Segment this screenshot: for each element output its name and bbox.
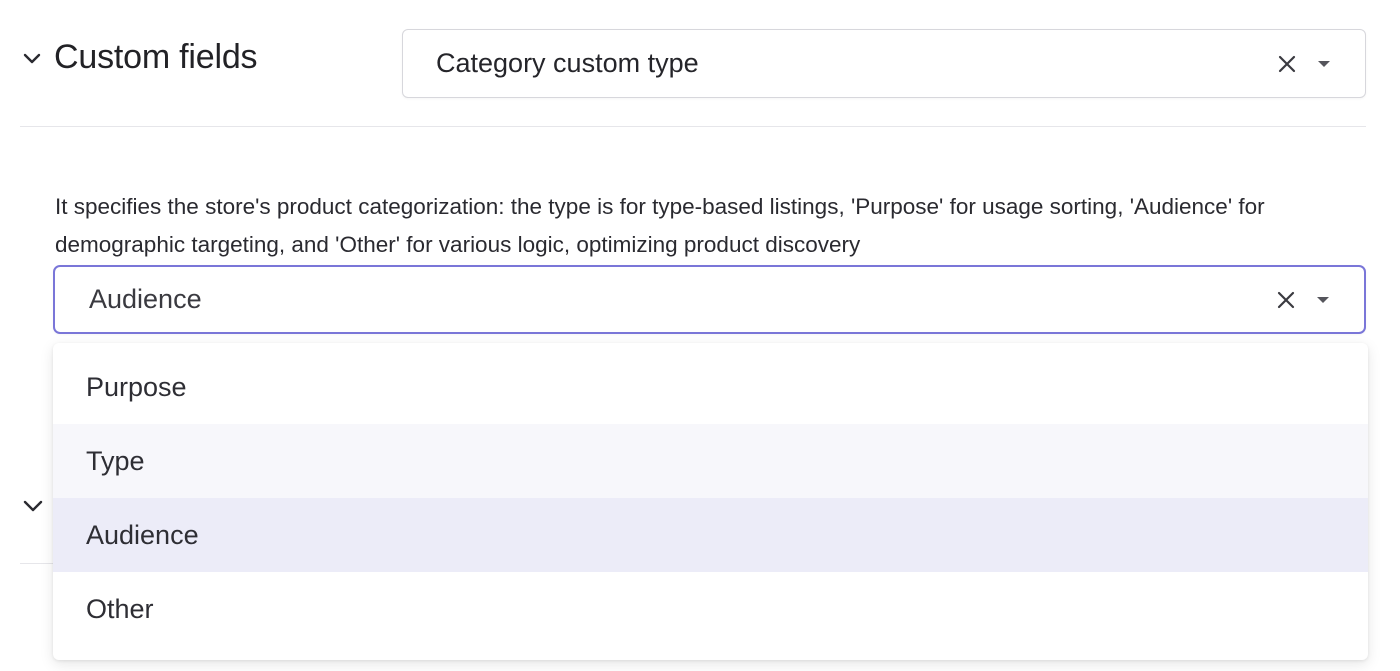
- section-title: Custom fields: [54, 38, 258, 76]
- dropdown-option-purpose[interactable]: Purpose: [53, 350, 1368, 424]
- audience-select-input[interactable]: [55, 266, 1274, 333]
- custom-type-select[interactable]: Category custom type: [402, 29, 1366, 98]
- custom-fields-panel: Custom fields Category custom type It sp…: [0, 0, 1400, 671]
- select-controls: [1275, 52, 1365, 76]
- dropdown-option-type[interactable]: Type: [53, 424, 1368, 498]
- audience-dropdown-menu: Purpose Type Audience Other: [53, 343, 1368, 660]
- audience-select[interactable]: [53, 265, 1366, 334]
- caret-down-icon[interactable]: [1315, 55, 1333, 73]
- caret-down-icon[interactable]: [1314, 291, 1332, 309]
- custom-type-select-value: Category custom type: [436, 48, 699, 78]
- chevron-down-icon: [20, 46, 44, 70]
- field-description: It specifies the store's product categor…: [55, 194, 1265, 257]
- close-icon[interactable]: [1274, 288, 1298, 312]
- close-icon[interactable]: [1275, 52, 1299, 76]
- select-controls: [1274, 288, 1364, 312]
- dropdown-option-audience[interactable]: Audience: [53, 498, 1368, 572]
- chevron-down-icon[interactable]: [20, 492, 46, 518]
- section-divider: [20, 126, 1366, 127]
- dropdown-option-other[interactable]: Other: [53, 572, 1368, 646]
- custom-fields-section-toggle[interactable]: Custom fields: [20, 38, 258, 77]
